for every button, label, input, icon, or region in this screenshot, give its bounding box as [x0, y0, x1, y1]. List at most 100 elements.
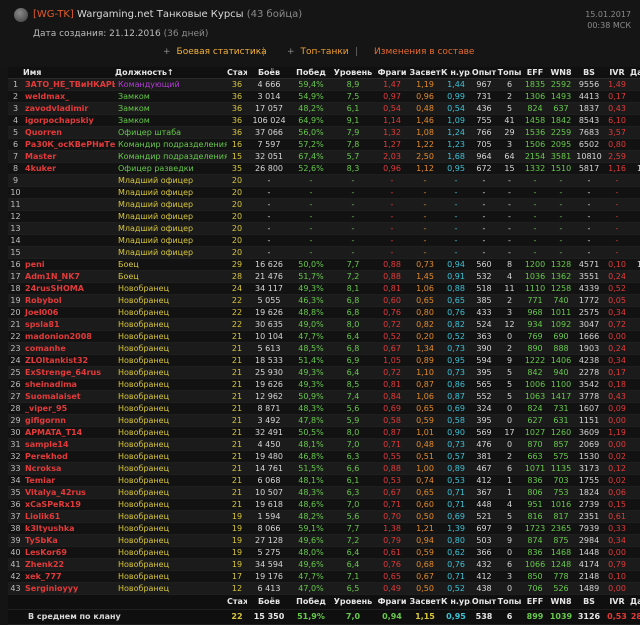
table-row[interactable]: 21 spsla81 Новобранец 22 30 635 49,0% 8,0 0,72 0…	[8, 318, 640, 331]
table-row[interactable]: 8 4kuker Офицер разведки 35 26 800 52,6% 8,3 0,…	[8, 162, 640, 175]
table-row[interactable]: 11Младший офицер20-------------	[8, 198, 640, 211]
clan-tag[interactable]: [WG-TK]	[33, 9, 74, 20]
table-row[interactable]: 13Младший офицер20-------------	[8, 222, 640, 235]
member-name-link[interactable]: ZLOItankist32	[25, 356, 88, 365]
table-row[interactable]: 12Младший офицер20-------------	[8, 210, 640, 223]
col-header[interactable]: К н.ур.	[441, 67, 471, 79]
member-name-link[interactable]: TySbKa	[25, 536, 58, 545]
member-name-link[interactable]: spsla81	[25, 320, 60, 329]
col-header[interactable]: WN8	[548, 67, 574, 79]
member-name-link[interactable]: Robybol	[25, 296, 62, 305]
tab-roster-changes[interactable]: Изменения в составе	[374, 47, 474, 57]
member-name-link[interactable]: 4kuker	[25, 164, 56, 173]
member-name-link[interactable]: xek_777	[25, 572, 62, 581]
member-name-link[interactable]: Perekhod	[25, 452, 68, 461]
table-row[interactable]: 30 APMATA_T14 Новобранец 21 32 491 50,5% 8,0 0,…	[8, 426, 640, 439]
table-row[interactable]: 6 Ра30К_осКВеРНиТеЛ Командир подразделения…	[8, 138, 640, 151]
table-row[interactable]: 1 ЗАТО_НЕ_ТВиНКАРЬ Командующий 36 4 666 59,4%…	[8, 78, 640, 91]
col-header[interactable]: Фраги	[375, 67, 409, 79]
table-row[interactable]: 3 zavodvladimir Замком 36 17 057 48,2% 6,1 0,54…	[8, 102, 640, 115]
member-name-link[interactable]: Suomalaiset	[25, 392, 81, 401]
table-row[interactable]: 19 Robybol Новобранец 22 5 055 46,3% 6,8 0,60 0,…	[8, 294, 640, 307]
col-header[interactable]: Засвет	[409, 67, 441, 79]
table-row[interactable]: 24 ZLOItankist32 Новобранец 21 18 533 51,4% 6,…	[8, 354, 640, 367]
table-row[interactable]: 31 sample14 Новобранец 21 4 450 48,1% 7,0 0,71 0…	[8, 438, 640, 451]
tab-battle-stats[interactable]: + Боевая статистика	[163, 47, 267, 57]
member-name-link[interactable]: Temiar	[25, 476, 55, 485]
table-row[interactable]: 4 igorpochapskiy Замком 36 106 024 64,9% 9,1 1,…	[8, 114, 640, 127]
col-header[interactable]: Побед	[291, 67, 331, 79]
col-header[interactable]: BS	[574, 67, 604, 79]
table-row[interactable]: 42 xek_777 Новобранец 17 19 176 47,7% 7,1 0,65 0…	[8, 570, 640, 583]
member-name-link[interactable]: Ра30К_осКВеРНиТеЛ	[25, 140, 115, 149]
member-name-link[interactable]: 24rusSHOMA	[25, 284, 84, 293]
member-name-link[interactable]: _viper_95	[25, 404, 67, 413]
table-row[interactable]: 39 TySbKa Новобранец 19 27 128 49,6% 7,2 0,79 0,…	[8, 534, 640, 547]
table-row[interactable]: 17 Adm1N_NK7 Боец 28 21 476 51,7% 7,2 0,88 1,45 0…	[8, 270, 640, 283]
member-name-link[interactable]: Ncroksa	[25, 464, 61, 473]
member-name-link[interactable]: peni	[25, 260, 45, 269]
col-header[interactable]: Уровень	[331, 67, 375, 79]
table-row[interactable]: 38 k3ltyushka Новобранец 19 8 066 59,1% 7,7 1,3…	[8, 522, 640, 535]
table-row[interactable]: 32 Perekhod Новобранец 21 19 480 46,8% 6,3 0,55…	[8, 450, 640, 463]
table-row[interactable]: 28 _viper_95 Новобранец 21 8 871 48,3% 5,6 0,69…	[8, 402, 640, 415]
table-row[interactable]: 16 peni Боец 29 16 626 50,0% 7,7 0,88 0,73 0,94 56…	[8, 258, 640, 271]
member-name-link[interactable]: comanhe	[25, 344, 66, 353]
table-row[interactable]: 22 madonion2008 Новобранец 21 10 104 47,7% 6,4…	[8, 330, 640, 343]
table-row[interactable]: 15Младший офицер20-------------	[8, 246, 640, 259]
table-row[interactable]: 2 weldmax_ Замком 36 3 014 54,9% 7,5 0,97 0,96 0,…	[8, 90, 640, 103]
table-row[interactable]: 9Младший офицер20-------------	[8, 174, 640, 187]
member-name-link[interactable]: ExStrenge_64rus	[25, 368, 101, 377]
member-name-link[interactable]: gifigornn	[25, 416, 66, 425]
col-header[interactable]: Имя	[23, 67, 115, 79]
member-name-link[interactable]: sample14	[25, 440, 69, 449]
col-header[interactable]: Боёв	[247, 67, 291, 79]
tab-top-tanks[interactable]: + Топ-танки	[287, 47, 349, 57]
member-name-link[interactable]: APMATA_T14	[25, 428, 82, 437]
member-name-link[interactable]: zavodvladimir	[25, 104, 88, 113]
table-row[interactable]: 35 Vitalya_42rus Новобранец 21 10 507 48,3% 6,…	[8, 486, 640, 499]
member-name-link[interactable]: Vitalya_42rus	[25, 488, 86, 497]
member-name-link[interactable]: Serginioyyy	[25, 584, 78, 593]
col-header[interactable]: Стаж	[227, 67, 247, 79]
member-name-link[interactable]: Quorren	[25, 128, 62, 137]
table-row[interactable]: 29 gifigornn Новобранец 21 3 492 47,8% 5,9 0,58…	[8, 414, 640, 427]
table-row[interactable]: 7 Master Командир подразделения 15 32 051 67,…	[8, 150, 640, 163]
col-header[interactable]: Топы	[497, 67, 522, 79]
member-name-link[interactable]: Joel006	[25, 308, 58, 317]
col-header[interactable]: Опыт	[471, 67, 497, 79]
member-name-link[interactable]: igorpochapskiy	[25, 116, 94, 125]
table-row[interactable]: 40 LesKor69 Новобранец 19 5 275 48,0% 6,4 0,61 0…	[8, 546, 640, 559]
col-header[interactable]: IVR	[604, 67, 630, 79]
member-name-link[interactable]: LesKor69	[25, 548, 67, 557]
table-row[interactable]: 43 Serginioyyy Новобранец 12 6 413 47,0% 6,5 0,…	[8, 582, 640, 595]
table-row[interactable]: 5 Quorren Офицер штаба 36 37 066 56,0% 7,9 1,32…	[8, 126, 640, 139]
stat-x: 395	[471, 366, 497, 379]
table-row[interactable]: 26 sheinadima Новобранец 21 19 626 49,3% 8,5 0,…	[8, 378, 640, 391]
col-header[interactable]: EFF	[522, 67, 548, 79]
table-row[interactable]: 36 xCaSPeRx19 Новобранец 21 19 618 48,6% 7,0 0,…	[8, 498, 640, 511]
table-row[interactable]: 14Младший офицер20-------------	[8, 234, 640, 247]
member-name-link[interactable]: sheinadima	[25, 380, 77, 389]
member-name-link[interactable]: k3ltyushka	[25, 524, 75, 533]
member-name-link[interactable]: weldmax_	[25, 92, 69, 101]
table-row[interactable]: 23 comanhe Новобранец 21 5 613 48,5% 6,8 0,67 1,…	[8, 342, 640, 355]
table-row[interactable]: 41 Zhenk22 Новобранец 19 34 594 49,6% 6,4 0,76 0…	[8, 558, 640, 571]
col-header[interactable]: Должность↑	[115, 67, 227, 79]
member-name-link[interactable]: Liolik61	[25, 512, 60, 521]
table-row[interactable]: 20 Joel006 Новобранец 22 19 626 48,8% 6,8 0,76 0…	[8, 306, 640, 319]
member-name-link[interactable]: Master	[25, 152, 56, 161]
col-header[interactable]: Давно	[630, 67, 640, 79]
member-name-link[interactable]: madonion2008	[25, 332, 92, 341]
table-row[interactable]: 25 ExStrenge_64rus Новобранец 21 25 930 49,3%…	[8, 366, 640, 379]
member-name-link[interactable]: xCaSPeRx19	[25, 500, 81, 509]
table-row[interactable]: 34 Temiar Новобранец 21 6 068 48,1% 6,1 0,53 0,7…	[8, 474, 640, 487]
table-row[interactable]: 18 24rusSHOMA Новобранец 24 34 117 49,3% 8,1 0,…	[8, 282, 640, 295]
member-name-link[interactable]: ЗАТО_НЕ_ТВиНКАРЬ	[25, 80, 115, 89]
table-row[interactable]: 37 Liolik61 Новобранец 19 1 594 48,2% 5,6 0,70 0…	[8, 510, 640, 523]
table-row[interactable]: 27 Suomalaiset Новобранец 21 12 962 50,9% 7,4 0…	[8, 390, 640, 403]
table-row[interactable]: 10Младший офицер20-------------	[8, 186, 640, 199]
table-row[interactable]: 33 Ncroksa Новобранец 21 14 761 51,5% 6,6 0,88 1…	[8, 462, 640, 475]
member-name-link[interactable]: Adm1N_NK7	[25, 272, 80, 281]
member-name-link[interactable]: Zhenk22	[25, 560, 64, 569]
